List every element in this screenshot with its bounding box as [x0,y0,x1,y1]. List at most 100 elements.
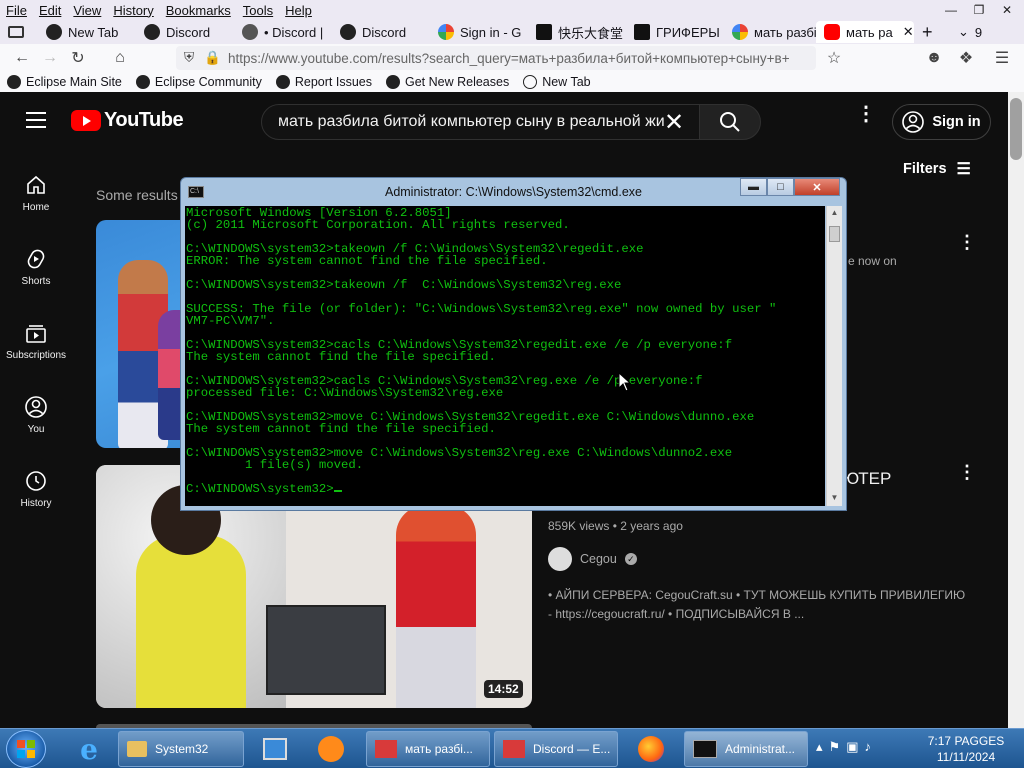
chevron-down-icon: ⌄ [958,24,969,39]
scrollbar-thumb[interactable] [829,226,840,242]
taskbar-task-discord[interactable]: Discord — E... [494,731,618,767]
video-menu-icon[interactable]: ⋮ [958,232,976,253]
bookmark-report-issues[interactable]: Report Issues [269,75,379,89]
minimize-button[interactable]: ▬ [740,178,767,196]
menu-view[interactable]: View [67,3,107,18]
taskbar-clock[interactable]: 7:17 PAGGES 11/11/2024 [918,733,1014,765]
cmd-window[interactable]: C:\ Administrator: C:\Windows\System32\c… [180,177,847,511]
channel-link[interactable]: Cegou ✓ [548,547,637,571]
menu-file[interactable]: File [0,3,33,18]
sidebar-item-you[interactable]: You [0,378,72,452]
new-tab-button[interactable]: + [914,21,950,43]
menu-help[interactable]: Help [279,3,318,18]
youtube-logo[interactable]: YouTube [71,109,184,132]
minimize-icon[interactable]: — [938,1,964,19]
video-title[interactable]: ЮТЕР [842,469,891,489]
display-icon[interactable]: ▣ [846,739,858,755]
tab-list-button[interactable] [0,21,38,43]
sidebar-item-home[interactable]: Home [0,156,72,230]
youtube-wordmark: YouTube [104,109,184,131]
clear-search-icon[interactable]: ✕ [664,108,684,137]
bookmark-eclipse-community[interactable]: Eclipse Community [129,75,269,89]
back-button[interactable]: ← [8,45,36,71]
sliders-icon: ☰ [956,161,971,178]
firefox-icon [638,736,664,762]
tab-youtube-active[interactable]: мать ра ✕ [816,21,914,43]
taskbar-task-youtube[interactable]: мать разбі... [366,731,490,767]
tab-griefers[interactable]: ГРИФЕРЫ [626,21,724,43]
tab-label: • Discord | [264,24,324,40]
video-menu-icon[interactable]: ⋮ [958,462,976,483]
close-tab-icon[interactable]: ✕ [903,24,914,40]
account-button[interactable]: ☻ [920,45,948,71]
bookmark-get-new-releases[interactable]: Get New Releases [379,75,516,89]
taskbar-task-system32[interactable]: System32 [118,731,244,767]
thumbnail-person [136,535,246,708]
tab-label: Discord [362,24,407,40]
discord-icon [340,24,356,40]
search-button[interactable] [699,104,761,140]
tab-google-signin[interactable]: Sign in - G [430,21,528,43]
page-scrollbar[interactable] [1008,92,1024,728]
restore-icon[interactable]: ❐ [966,1,992,19]
settings-menu-icon[interactable]: ⋮ [856,104,876,124]
scroll-down-icon[interactable]: ▼ [829,493,840,504]
guide-menu-icon[interactable] [26,112,46,128]
sidebar-item-subscriptions[interactable]: Subscriptions [0,304,72,378]
url-field[interactable]: ⛨ 🔒 https://www.youtube.com/results?sear… [176,46,816,70]
menu-label: Edit [38,2,62,18]
menu-label: View [73,2,102,18]
sign-in-button[interactable]: Sign in [892,104,991,140]
network-icon[interactable]: ▴ [816,739,823,755]
menu-edit[interactable]: Edit [33,3,67,18]
taskbar-ie[interactable]: e [70,733,108,766]
tab-discord-2[interactable]: • Discord | [234,21,332,43]
tab-google-search[interactable]: мать разбі [724,21,816,43]
scrollbar-thumb[interactable] [1010,98,1022,160]
bookmark-eclipse-main[interactable]: Eclipse Main Site [0,75,129,89]
app-menu-button[interactable]: ☰ [988,45,1016,71]
sidebar-item-shorts[interactable]: Shorts [0,230,72,304]
start-button[interactable] [6,730,46,768]
home-button[interactable]: ⌂ [106,45,134,71]
console-scrollbar[interactable]: ▲ ▼ [826,206,842,506]
sidebar-item-history[interactable]: History [0,452,72,526]
console-output[interactable]: Microsoft Windows [Version 6.2.8051] (c)… [185,206,825,506]
close-button[interactable]: ✕ [794,178,840,196]
home-icon [27,175,45,194]
browser-tabbar: New Tab Discord • Discord | Discord Sign… [0,20,1024,44]
taskbar-media-player[interactable] [256,733,294,765]
discord-icon [242,24,258,40]
forward-button[interactable]: → [36,45,64,71]
menu-history[interactable]: History [107,3,159,18]
scroll-up-icon[interactable]: ▲ [829,208,840,219]
reload-button[interactable]: ↻ [64,45,92,71]
tab-new-tab[interactable]: New Tab [38,21,136,43]
channel-avatar [548,547,572,571]
search-input[interactable]: мать разбила битой компьютер сыну в реал… [261,104,701,140]
tab-discord-3[interactable]: Discord [332,21,430,43]
tab-label: мать ра [846,24,893,40]
tab-chinese-site[interactable]: 快乐大食堂 [528,21,626,43]
taskbar-app[interactable] [312,733,350,765]
youtube-icon [824,24,840,40]
menu-bookmarks[interactable]: Bookmarks [160,3,237,18]
tab-overflow-button[interactable]: ⌄ 9 [950,21,990,43]
bookmark-star-button[interactable]: ☆ [820,45,848,71]
taskbar-firefox[interactable] [632,733,670,765]
menu-tools[interactable]: Tools [237,3,279,18]
filters-button[interactable]: Filters ☰ [903,159,971,179]
tab-discord[interactable]: Discord [136,21,234,43]
bookmark-new-tab[interactable]: New Tab [516,75,597,89]
extensions-button[interactable]: ❖ [952,45,980,71]
menu-label: Help [285,2,312,18]
media-player-icon [263,738,287,760]
close-icon[interactable]: ✕ [994,1,1020,19]
maximize-icon: □ [777,181,784,193]
maximize-button[interactable]: □ [767,178,794,196]
taskbar-task-cmd[interactable]: Administrat... [684,731,808,767]
search-query-text: мать разбила битой компьютер сыну в реал… [278,113,665,130]
folder-icon [127,741,147,757]
volume-icon[interactable]: ♪ [864,739,871,755]
security-icon[interactable]: ⚑ [829,739,841,755]
